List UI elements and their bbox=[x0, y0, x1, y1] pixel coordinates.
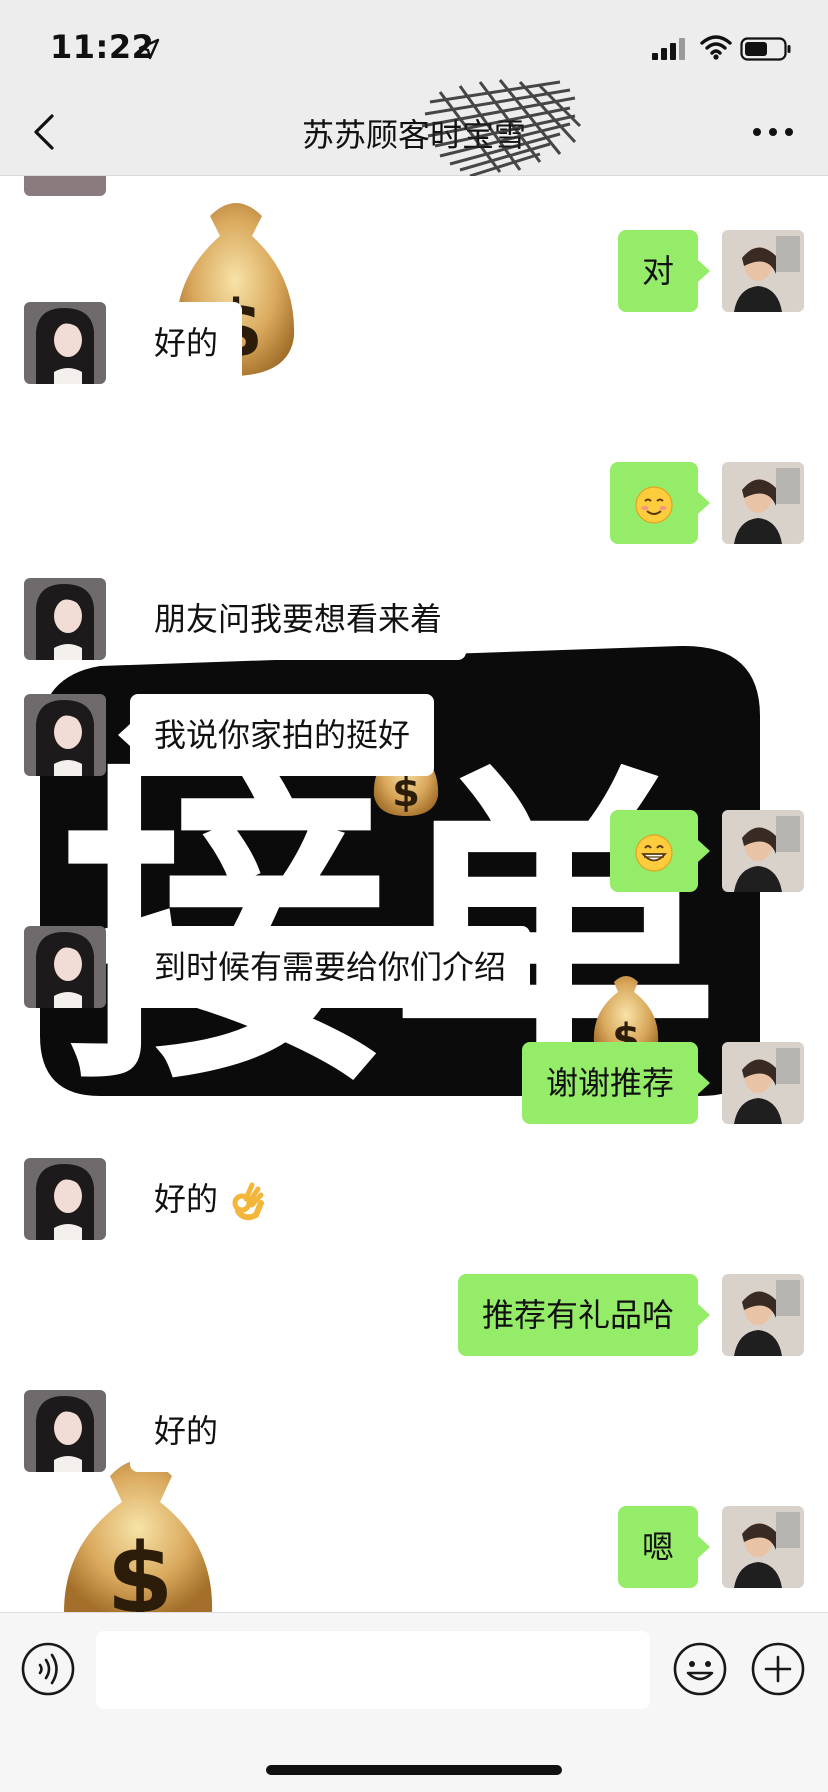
incoming-bubble[interactable]: 好的 bbox=[117, 302, 243, 384]
message-row: 好的 bbox=[0, 1390, 828, 1472]
contact-avatar[interactable] bbox=[24, 1390, 106, 1472]
message-row: 推荐有礼品哈 bbox=[0, 1274, 828, 1356]
message-row: 好的 bbox=[0, 1158, 828, 1240]
contact-avatar[interactable] bbox=[24, 694, 106, 776]
bubble-text: 好的 bbox=[154, 1180, 219, 1218]
incoming-bubble[interactable]: 朋友问我要想看来着 bbox=[117, 578, 467, 660]
incoming-bubble[interactable]: 到时候有需要给你们介绍 bbox=[117, 926, 531, 1008]
input-bar bbox=[0, 1612, 828, 1792]
incoming-bubble[interactable]: 好的 bbox=[117, 1158, 291, 1240]
wifi-icon bbox=[700, 35, 732, 60]
my-avatar[interactable] bbox=[722, 1506, 804, 1588]
message-row: 嗯 bbox=[0, 1506, 828, 1588]
location-arrow-icon bbox=[138, 38, 160, 60]
battery-icon bbox=[740, 37, 791, 61]
contact-avatar[interactable] bbox=[24, 926, 106, 1008]
voice-icon[interactable] bbox=[20, 1641, 76, 1697]
message-row bbox=[0, 810, 828, 892]
message-row bbox=[0, 462, 828, 544]
my-avatar[interactable] bbox=[722, 462, 804, 544]
plus-icon[interactable] bbox=[750, 1641, 806, 1697]
message-input[interactable] bbox=[96, 1631, 650, 1709]
cellular-signal-icon bbox=[652, 38, 685, 60]
contact-avatar[interactable] bbox=[24, 578, 106, 660]
home-indicator[interactable] bbox=[266, 1765, 562, 1775]
message-row: 好的 bbox=[0, 302, 828, 384]
message-row: 对 bbox=[0, 230, 828, 312]
message-row: 谢谢推荐 bbox=[0, 1042, 828, 1124]
message-row: 到时候有需要给你们介绍 bbox=[0, 926, 828, 1008]
my-avatar[interactable] bbox=[722, 1274, 804, 1356]
incoming-bubble[interactable]: 好的 bbox=[117, 1390, 243, 1472]
smiling-face-emoji bbox=[635, 486, 673, 524]
redaction-scribble bbox=[421, 79, 582, 178]
outgoing-bubble[interactable] bbox=[610, 462, 710, 544]
outgoing-bubble[interactable]: 谢谢推荐 bbox=[521, 1042, 711, 1124]
outgoing-bubble[interactable] bbox=[610, 810, 710, 892]
emoji-face-icon[interactable] bbox=[672, 1641, 728, 1697]
message-row: 朋友问我要想看来着 bbox=[0, 578, 828, 660]
my-avatar[interactable] bbox=[722, 1042, 804, 1124]
incoming-bubble[interactable]: 我说你家拍的挺好 bbox=[117, 694, 435, 776]
contact-avatar[interactable] bbox=[24, 1158, 106, 1240]
contact-avatar[interactable] bbox=[24, 302, 106, 384]
chat-screen: 11:22 苏苏顾客时宝雪 $ $ $ 对 好的 朋友问我要想看来着 我说你家拍… bbox=[0, 0, 828, 1792]
chat-header: 苏苏顾客时宝雪 bbox=[0, 79, 828, 178]
my-avatar[interactable] bbox=[722, 810, 804, 892]
message-row: 我说你家拍的挺好 bbox=[0, 694, 828, 776]
outgoing-bubble[interactable]: 对 bbox=[617, 230, 711, 312]
outgoing-bubble[interactable]: 嗯 bbox=[617, 1506, 711, 1588]
my-avatar[interactable] bbox=[722, 230, 804, 312]
message-list[interactable]: $ 接单 $ $ $ 对 bbox=[0, 176, 828, 1612]
grinning-face-emoji bbox=[635, 834, 673, 872]
outgoing-bubble[interactable]: 推荐有礼品哈 bbox=[457, 1274, 711, 1356]
ok-hand-emoji bbox=[232, 1182, 265, 1221]
more-dots-icon[interactable] bbox=[748, 110, 798, 154]
